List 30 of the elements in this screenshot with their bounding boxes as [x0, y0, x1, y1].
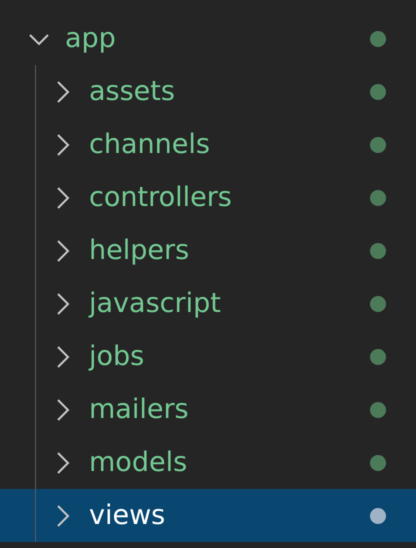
- tree-item[interactable]: models: [0, 436, 416, 489]
- tree-item[interactable]: app: [0, 12, 416, 65]
- status-dot: [370, 508, 386, 524]
- folder-name: models: [89, 447, 188, 478]
- folder-name: controllers: [89, 182, 233, 213]
- status-dot: [370, 242, 386, 258]
- tree-item[interactable]: controllers: [0, 171, 416, 224]
- tree-item[interactable]: views: [0, 489, 416, 542]
- folder-name: helpers: [89, 235, 190, 266]
- tree-item[interactable]: channels: [0, 118, 416, 171]
- folder-name: channels: [89, 129, 211, 160]
- status-dot: [370, 454, 386, 470]
- status-dot: [370, 30, 386, 46]
- status-dot: [370, 296, 386, 312]
- folder-name: javascript: [89, 288, 222, 319]
- tree-item[interactable]: assets: [0, 65, 416, 118]
- status-dot: [370, 136, 386, 152]
- tree-item[interactable]: javascript: [0, 277, 416, 330]
- status-dot: [370, 190, 386, 206]
- status-dot: [370, 348, 386, 364]
- folder-name: app: [65, 23, 117, 54]
- tree-item[interactable]: jobs: [0, 330, 416, 383]
- folder-name: mailers: [89, 394, 190, 425]
- status-dot: [370, 84, 386, 100]
- tree-item[interactable]: helpers: [0, 224, 416, 277]
- tree-item[interactable]: mailers: [0, 383, 416, 436]
- folder-name: views: [89, 500, 166, 531]
- folder-name: jobs: [89, 341, 146, 372]
- status-dot: [370, 402, 386, 418]
- folder-name: assets: [89, 76, 176, 107]
